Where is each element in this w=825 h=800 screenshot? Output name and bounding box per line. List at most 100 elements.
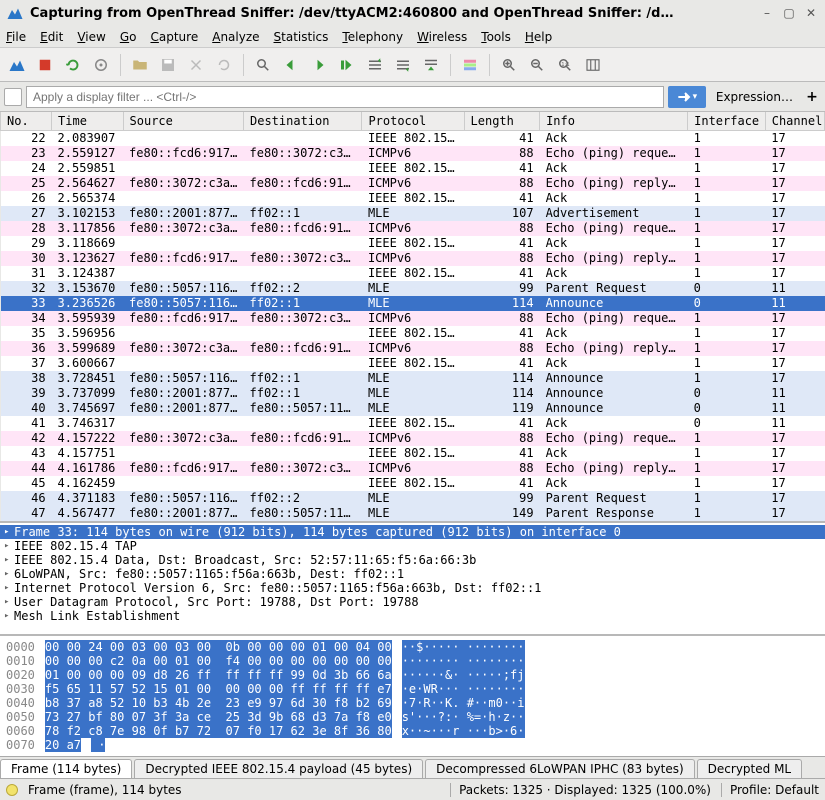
expand-icon[interactable]: ▸ — [4, 609, 14, 623]
packet-row[interactable]: 444.161786fe80::fcd6:917…fe80::3072:c3…I… — [1, 461, 825, 476]
packet-row[interactable]: 313.124387IEEE 802.15.441Ack117 — [1, 266, 825, 281]
column-header[interactable]: Length — [464, 112, 540, 131]
detail-line[interactable]: ▸IEEE 802.15.4 TAP — [0, 539, 825, 553]
jump-packet-icon[interactable] — [334, 52, 360, 78]
save-file-icon[interactable] — [155, 52, 181, 78]
packet-row[interactable]: 403.745697fe80::2001:877…fe80::5057:11…M… — [1, 401, 825, 416]
start-capture-icon[interactable] — [4, 52, 30, 78]
packet-bytes[interactable]: 000000 00 24 00 03 00 03 00 0b 00 00 00 … — [0, 634, 825, 756]
menu-edit[interactable]: Edit — [40, 30, 63, 44]
byte-tab[interactable]: Decompressed 6LoWPAN IPHC (83 bytes) — [425, 759, 695, 778]
expand-icon[interactable]: ▸ — [4, 595, 14, 609]
packet-row[interactable]: 373.600667IEEE 802.15.441Ack117 — [1, 356, 825, 371]
hex-row[interactable]: 0040b8 37 a8 52 10 b3 4b 2e 23 e9 97 6d … — [6, 696, 819, 710]
column-header[interactable]: Time — [52, 112, 123, 131]
restart-capture-icon[interactable] — [60, 52, 86, 78]
hex-row[interactable]: 001000 00 00 c2 0a 00 01 00 f4 00 00 00 … — [6, 654, 819, 668]
expand-icon[interactable]: ▸ — [4, 539, 14, 553]
packet-row[interactable]: 434.157751IEEE 802.15.441Ack117 — [1, 446, 825, 461]
expert-info-icon[interactable] — [6, 784, 18, 796]
bookmark-icon[interactable] — [4, 88, 22, 106]
menu-statistics[interactable]: Statistics — [274, 30, 329, 44]
maximize-button[interactable]: ▢ — [781, 5, 797, 21]
colorize-icon[interactable] — [457, 52, 483, 78]
detail-line[interactable]: ▸Mesh Link Establishment — [0, 609, 825, 623]
detail-line[interactable]: ▸Frame 33: 114 bytes on wire (912 bits),… — [0, 525, 825, 539]
stop-capture-icon[interactable] — [32, 52, 58, 78]
apply-filter-button[interactable]: ▾ — [668, 86, 706, 108]
zoom-reset-icon[interactable]: 1:1 — [552, 52, 578, 78]
byte-tab[interactable]: Frame (114 bytes) — [0, 759, 132, 778]
detail-line[interactable]: ▸Internet Protocol Version 6, Src: fe80:… — [0, 581, 825, 595]
zoom-in-icon[interactable] — [496, 52, 522, 78]
packet-row[interactable]: 474.567477fe80::2001:877…fe80::5057:11…M… — [1, 506, 825, 521]
hex-row[interactable]: 002001 00 00 00 09 d8 26 ff ff ff ff 99 … — [6, 668, 819, 682]
zoom-out-icon[interactable] — [524, 52, 550, 78]
open-file-icon[interactable] — [127, 52, 153, 78]
packet-row[interactable]: 393.737099fe80::2001:877…ff02::1MLE114An… — [1, 386, 825, 401]
go-forward-icon[interactable] — [306, 52, 332, 78]
packet-row[interactable]: 383.728451fe80::5057:116…ff02::1MLE114An… — [1, 371, 825, 386]
menu-analyze[interactable]: Analyze — [212, 30, 259, 44]
packet-row[interactable]: 242.559851IEEE 802.15.441Ack117 — [1, 161, 825, 176]
packet-row[interactable]: 363.599689fe80::3072:c3a…fe80::fcd6:91…I… — [1, 341, 825, 356]
byte-tab[interactable]: Decrypted ML — [697, 759, 802, 778]
column-header[interactable]: No. — [1, 112, 52, 131]
menu-telephony[interactable]: Telephony — [342, 30, 403, 44]
packet-row[interactable]: 283.117856fe80::3072:c3a…fe80::fcd6:91…I… — [1, 221, 825, 236]
display-filter-input[interactable] — [26, 86, 664, 108]
column-header[interactable]: Channel — [765, 112, 824, 131]
resize-columns-icon[interactable] — [580, 52, 606, 78]
packet-row[interactable]: 232.559127fe80::fcd6:917…fe80::3072:c3…I… — [1, 146, 825, 161]
menu-file[interactable]: File — [6, 30, 26, 44]
capture-options-icon[interactable] — [88, 52, 114, 78]
menu-view[interactable]: View — [77, 30, 105, 44]
menu-go[interactable]: Go — [120, 30, 137, 44]
last-packet-icon[interactable] — [390, 52, 416, 78]
packet-row[interactable]: 262.565374IEEE 802.15.441Ack117 — [1, 191, 825, 206]
packet-row[interactable]: 303.123627fe80::fcd6:917…fe80::3072:c3…I… — [1, 251, 825, 266]
menu-tools[interactable]: Tools — [481, 30, 511, 44]
column-header[interactable]: Protocol — [362, 112, 464, 131]
detail-line[interactable]: ▸IEEE 802.15.4 Data, Dst: Broadcast, Src… — [0, 553, 825, 567]
packet-row[interactable]: 454.162459IEEE 802.15.441Ack117 — [1, 476, 825, 491]
auto-scroll-icon[interactable] — [418, 52, 444, 78]
packet-row[interactable]: 273.102153fe80::2001:877…ff02::1MLE107Ad… — [1, 206, 825, 221]
packet-details[interactable]: ▸Frame 33: 114 bytes on wire (912 bits),… — [0, 521, 825, 634]
detail-line[interactable]: ▸User Datagram Protocol, Src Port: 19788… — [0, 595, 825, 609]
packet-row[interactable]: 424.157222fe80::3072:c3a…fe80::fcd6:91…I… — [1, 431, 825, 446]
expand-icon[interactable]: ▸ — [4, 525, 14, 539]
column-header[interactable]: Interface ID — [688, 112, 766, 131]
menu-capture[interactable]: Capture — [150, 30, 198, 44]
byte-tab[interactable]: Decrypted IEEE 802.15.4 payload (45 byte… — [134, 759, 423, 778]
hex-row[interactable]: 006078 f2 c8 7e 98 0f b7 72 07 f0 17 62 … — [6, 724, 819, 738]
packet-row[interactable]: 222.083907IEEE 802.15.441Ack117 — [1, 131, 825, 147]
menu-wireless[interactable]: Wireless — [417, 30, 467, 44]
find-packet-icon[interactable] — [250, 52, 276, 78]
hex-row[interactable]: 007020 a7 · — [6, 738, 819, 752]
first-packet-icon[interactable] — [362, 52, 388, 78]
column-header[interactable]: Destination — [244, 112, 362, 131]
go-back-icon[interactable] — [278, 52, 304, 78]
minimize-button[interactable]: – — [759, 5, 775, 21]
expand-icon[interactable]: ▸ — [4, 567, 14, 581]
hex-row[interactable]: 005073 27 bf 80 07 3f 3a ce 25 3d 9b 68 … — [6, 710, 819, 724]
packet-list[interactable]: No.TimeSourceDestinationProtocolLength In… — [0, 112, 825, 521]
menu-help[interactable]: Help — [525, 30, 552, 44]
hex-row[interactable]: 000000 00 24 00 03 00 03 00 0b 00 00 00 … — [6, 640, 819, 654]
packet-row[interactable]: 353.596956IEEE 802.15.441Ack117 — [1, 326, 825, 341]
packet-row[interactable]: 343.595939fe80::fcd6:917…fe80::3072:c3…I… — [1, 311, 825, 326]
packet-row[interactable]: 293.118669IEEE 802.15.441Ack117 — [1, 236, 825, 251]
packet-row[interactable]: 333.236526fe80::5057:116…ff02::1MLE114An… — [1, 296, 825, 311]
add-filter-button[interactable]: + — [803, 89, 821, 105]
packet-row[interactable]: 252.564627fe80::3072:c3a…fe80::fcd6:91…I… — [1, 176, 825, 191]
detail-line[interactable]: ▸6LoWPAN, Src: fe80::5057:1165:f56a:663b… — [0, 567, 825, 581]
hex-row[interactable]: 0030f5 65 11 57 52 15 01 00 00 00 00 ff … — [6, 682, 819, 696]
close-file-icon[interactable] — [183, 52, 209, 78]
expand-icon[interactable]: ▸ — [4, 553, 14, 567]
column-header[interactable]: Source — [123, 112, 243, 131]
packet-row[interactable]: 464.371183fe80::5057:116…ff02::2MLE99Par… — [1, 491, 825, 506]
status-profile[interactable]: Profile: Default — [721, 783, 819, 797]
expression-button[interactable]: Expression… — [710, 90, 799, 104]
reload-file-icon[interactable] — [211, 52, 237, 78]
